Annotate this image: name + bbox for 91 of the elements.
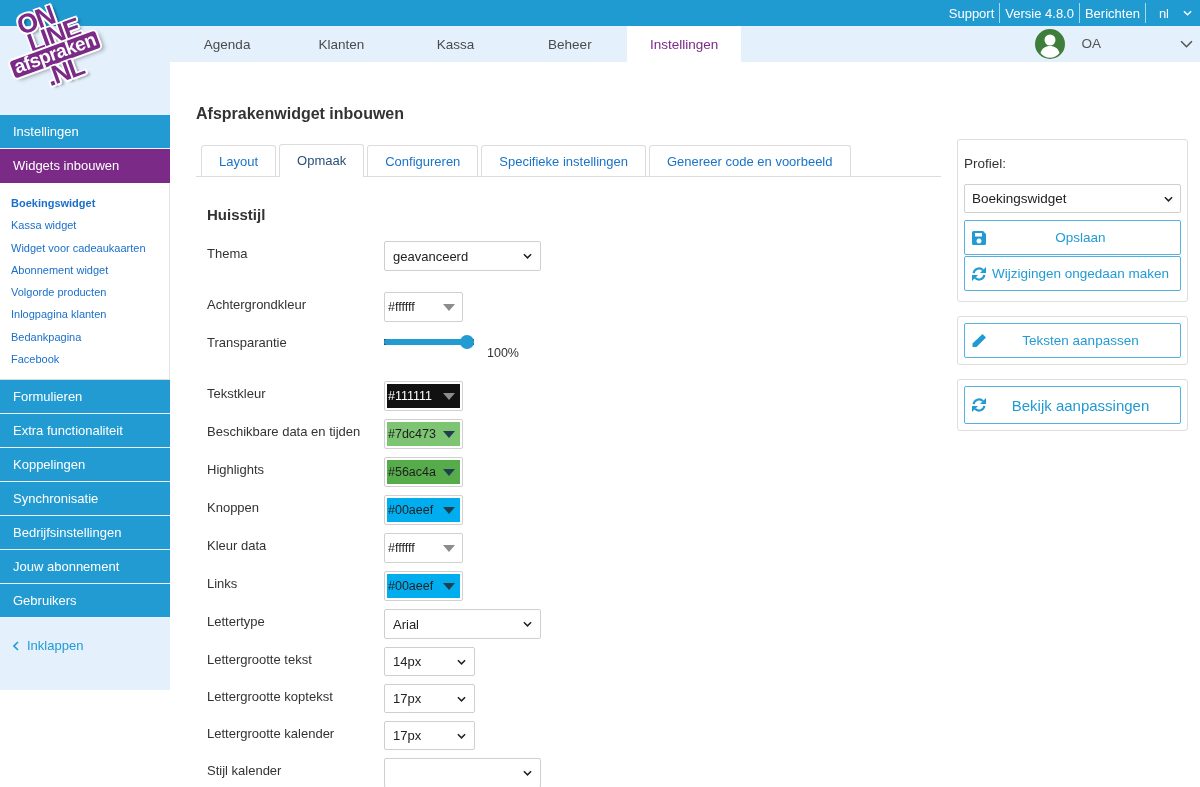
field-label: Stijl kalender bbox=[207, 762, 283, 779]
sidebar-item[interactable]: Extra functionaliteit bbox=[0, 414, 170, 449]
field-label: Knoppen bbox=[207, 499, 261, 516]
nav-tab[interactable]: Instellingen bbox=[627, 26, 742, 62]
dropdown[interactable]: 14px bbox=[384, 647, 475, 676]
chevron-down-icon[interactable] bbox=[1180, 40, 1193, 48]
chevron-down-icon bbox=[523, 253, 532, 259]
field-label: Thema bbox=[207, 245, 249, 262]
nav-tab[interactable]: Klanten bbox=[284, 26, 399, 62]
top-link[interactable]: Support bbox=[945, 5, 998, 21]
submenu-link[interactable]: Inlogpagina klanten bbox=[11, 303, 107, 326]
nav-tab[interactable]: Beheer bbox=[512, 26, 627, 62]
action-button[interactable]: Opslaan bbox=[964, 220, 1181, 255]
caret-down-icon bbox=[443, 468, 455, 476]
caret-down-icon bbox=[443, 544, 455, 552]
dropdown[interactable]: 17px bbox=[384, 684, 475, 713]
refresh-icon bbox=[971, 397, 987, 413]
language-dropdown[interactable]: nl bbox=[1147, 5, 1192, 21]
sidebar-item[interactable]: Instellingen bbox=[0, 115, 170, 149]
color-picker[interactable]: #56ac4a bbox=[384, 457, 463, 487]
top-link[interactable]: Berichten bbox=[1081, 5, 1143, 21]
color-picker[interactable]: #00aeef bbox=[384, 571, 463, 601]
dropdown[interactable]: 17px bbox=[384, 721, 475, 750]
slider-thumb[interactable] bbox=[460, 335, 474, 349]
caret-down-icon bbox=[443, 582, 455, 590]
user-initials: OA bbox=[1081, 35, 1101, 51]
field-label: Tekstkleur bbox=[207, 385, 267, 402]
submenu-link[interactable]: Widget voor cadeaukaarten bbox=[11, 236, 146, 259]
color-picker[interactable]: #ffffff bbox=[384, 292, 463, 322]
color-picker[interactable]: #ffffff bbox=[384, 533, 463, 563]
save-icon bbox=[971, 229, 987, 246]
chevron-down-icon bbox=[457, 658, 466, 665]
field-label: Achtergrondkleur bbox=[207, 296, 307, 313]
top-link[interactable]: Versie 4.8.0 bbox=[1002, 5, 1077, 21]
action-button[interactable]: Bekijk aanpassingen bbox=[964, 386, 1181, 424]
field-label: Lettergrootte kalender bbox=[207, 725, 336, 742]
pencil-icon bbox=[971, 332, 987, 349]
field-label: Beschikbare data en tijden bbox=[207, 423, 362, 440]
profile-dropdown[interactable]: Boekingswidget bbox=[964, 184, 1181, 213]
color-picker[interactable]: #7dc473 bbox=[384, 419, 463, 449]
tab[interactable]: Configureren bbox=[367, 145, 479, 176]
submenu-link[interactable]: Boekingswidget bbox=[11, 192, 96, 215]
nav-tab[interactable]: Kassa bbox=[398, 26, 513, 62]
refresh-icon bbox=[971, 265, 987, 282]
chevron-down-icon bbox=[457, 695, 466, 702]
tab[interactable]: Layout bbox=[201, 145, 277, 176]
field-label: Lettergrootte koptekst bbox=[207, 688, 334, 705]
field-label: Kleur data bbox=[207, 537, 268, 554]
section-title: Huisstijl bbox=[207, 205, 267, 225]
tab[interactable]: Opmaak bbox=[279, 144, 365, 177]
color-picker[interactable]: #00aeef bbox=[384, 495, 463, 525]
caret-down-icon bbox=[443, 506, 455, 514]
color-picker[interactable]: #111111 bbox=[384, 381, 463, 411]
sidebar-item[interactable]: Jouw abonnement bbox=[0, 550, 170, 585]
chevron-down-icon bbox=[1183, 10, 1192, 16]
sidebar-item[interactable]: Widgets inbouwen bbox=[0, 149, 170, 183]
submenu-link[interactable]: Bedankpagina bbox=[11, 325, 82, 349]
caret-down-icon bbox=[443, 392, 455, 400]
field-label: Lettergrootte tekst bbox=[207, 651, 313, 668]
submenu-link[interactable]: Abonnement widget bbox=[11, 258, 109, 282]
submenu-link[interactable]: Facebook bbox=[11, 348, 60, 371]
profile-label: Profiel: bbox=[964, 155, 1008, 173]
sidebar-item[interactable]: Koppelingen bbox=[0, 448, 170, 483]
avatar-icon[interactable] bbox=[1035, 29, 1066, 59]
chevron-down-icon bbox=[523, 621, 532, 627]
action-button[interactable]: Wijzigingen ongedaan maken bbox=[964, 256, 1181, 291]
sidebar-item[interactable]: Synchronisatie bbox=[0, 482, 170, 517]
dropdown[interactable]: geavanceerd bbox=[384, 241, 541, 271]
sidebar-item[interactable]: Formulieren bbox=[0, 380, 170, 415]
field-label: Links bbox=[207, 575, 239, 592]
chevron-left-icon bbox=[13, 640, 19, 651]
caret-down-icon bbox=[443, 303, 455, 311]
dropdown[interactable]: Arial bbox=[384, 609, 541, 639]
chevron-down-icon bbox=[523, 770, 532, 776]
action-button[interactable]: Teksten aanpassen bbox=[964, 323, 1181, 358]
page-title: Afsprakenwidget inbouwen bbox=[196, 104, 405, 124]
tab[interactable]: Genereer code en voorbeeld bbox=[649, 145, 851, 176]
collapse-link[interactable]: Inklappen bbox=[0, 638, 84, 654]
caret-down-icon bbox=[443, 430, 455, 438]
chevron-down-icon bbox=[1164, 195, 1173, 202]
sidebar-item[interactable]: Gebruikers bbox=[0, 584, 170, 619]
sidebar-item[interactable]: Bedrijfsinstellingen bbox=[0, 516, 170, 551]
field-label: Lettertype bbox=[207, 613, 266, 630]
chevron-down-icon bbox=[457, 732, 466, 739]
tab[interactable]: Specifieke instellingen bbox=[481, 145, 646, 176]
field-label: Transparantie bbox=[207, 334, 288, 351]
submenu-link[interactable]: Volgorde producten bbox=[11, 281, 107, 304]
field-label: Highlights bbox=[207, 461, 266, 478]
slider-value: 100% bbox=[487, 345, 519, 361]
submenu-link[interactable]: Kassa widget bbox=[11, 214, 77, 237]
nav-tab[interactable]: Agenda bbox=[170, 26, 285, 62]
